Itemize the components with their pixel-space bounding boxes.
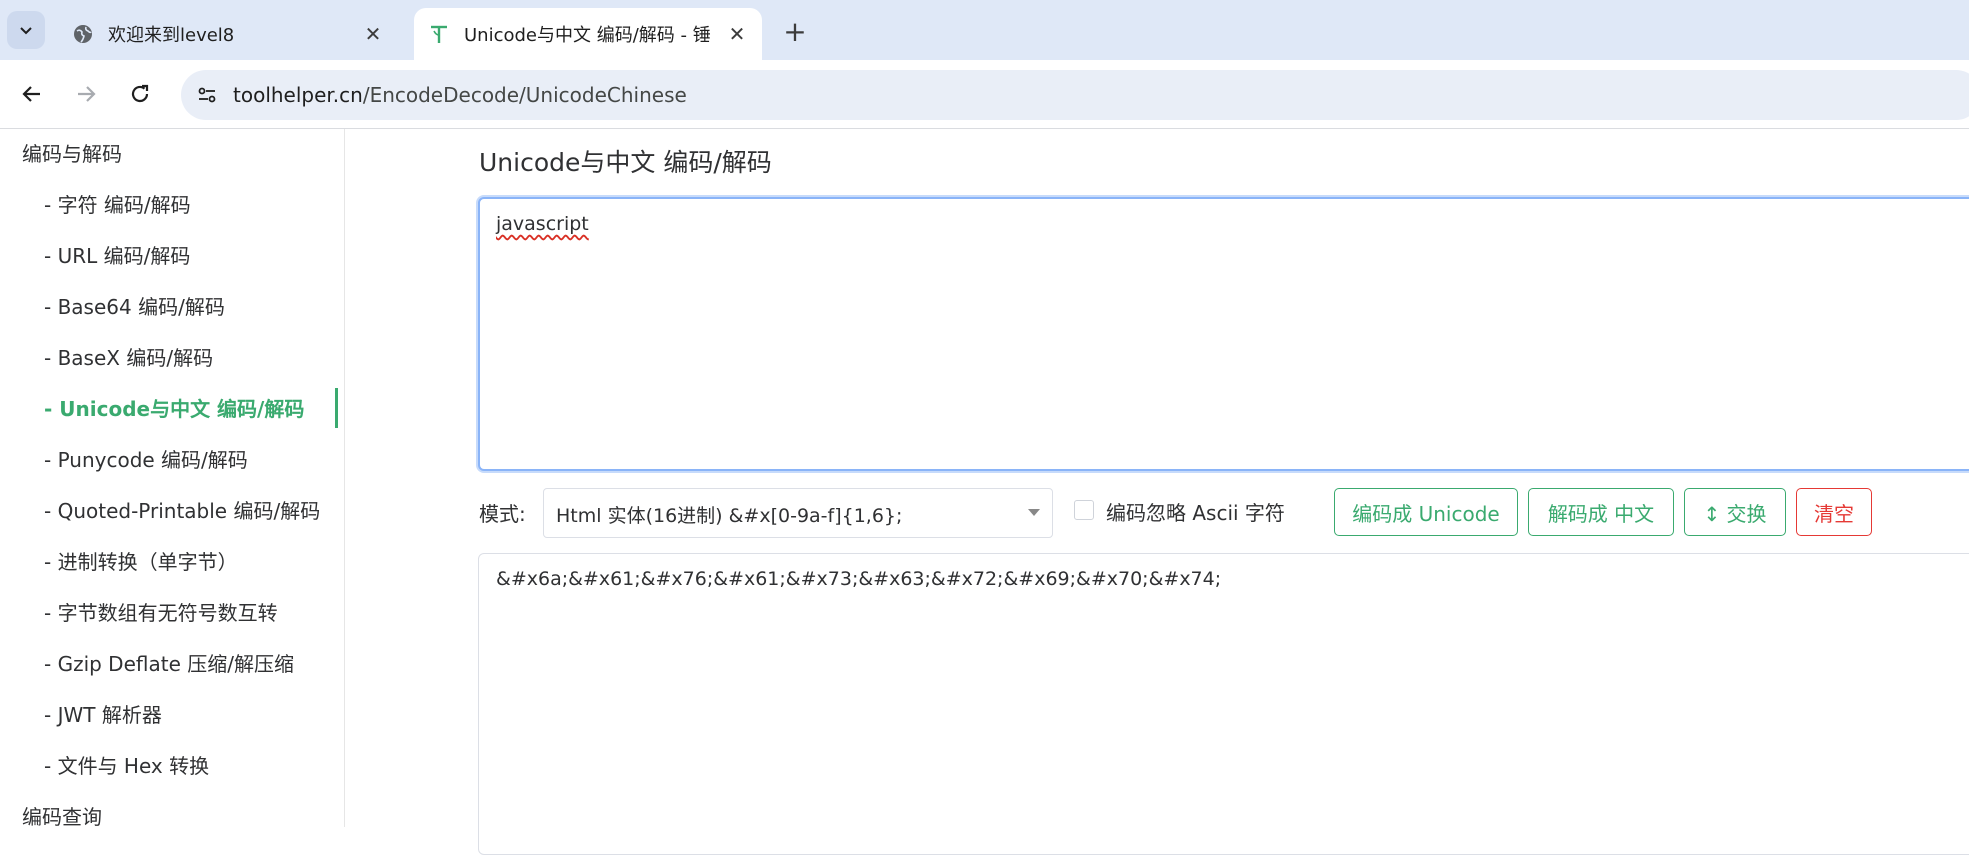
back-button[interactable] (14, 76, 50, 112)
ignore-ascii-checkbox[interactable] (1074, 500, 1094, 520)
input-text: javascript (496, 213, 589, 235)
chevron-down-icon (20, 27, 32, 35)
mode-label: 模式: (479, 502, 526, 526)
ignore-ascii-label[interactable]: 编码忽略 Ascii 字符 (1106, 497, 1285, 526)
sidebar-item-file-hex[interactable]: - 文件与 Hex 转换 (44, 750, 209, 779)
output-textarea[interactable]: &#x6a;&#x61;&#x76;&#x61;&#x73;&#x63;&#x7… (478, 553, 1969, 855)
new-tab-button[interactable]: + (778, 14, 812, 48)
tab-title: 欢迎来到level8 (108, 25, 235, 46)
close-icon[interactable]: ✕ (360, 21, 386, 47)
sidebar-item-url[interactable]: - URL 编码/解码 (44, 240, 190, 269)
sidebar-item-quoted-printable[interactable]: - Quoted-Printable 编码/解码 (44, 495, 320, 524)
site-info-icon[interactable] (189, 77, 225, 113)
tab-level8[interactable]: 欢迎来到level8 ✕ (58, 8, 398, 60)
url-path: /EncodeDecode/UnicodeChinese (362, 83, 687, 107)
caret-down-icon (1028, 509, 1040, 516)
sidebar-item-radix[interactable]: - 进制转换（单字节） (44, 546, 238, 575)
sidebar-active-indicator (335, 388, 338, 428)
globe-icon (72, 23, 94, 45)
arrow-right-icon (78, 86, 96, 102)
sidebar-group-query[interactable]: 编码查询 (22, 801, 102, 830)
page-title: Unicode与中文 编码/解码 (479, 148, 772, 177)
arrow-left-icon (22, 86, 40, 102)
sidebar-item-punycode[interactable]: - Punycode 编码/解码 (44, 444, 248, 473)
swap-button[interactable]: ↕ 交换 (1684, 488, 1786, 536)
sidebar-item-byte-array[interactable]: - 字节数组有无符号数互转 (44, 597, 278, 626)
forward-button[interactable] (68, 76, 104, 112)
sidebar-item-base64[interactable]: - Base64 编码/解码 (44, 291, 225, 320)
url-host: toolhelper.cn (233, 83, 363, 107)
url-text: toolhelper.cn/EncodeDecode/UnicodeChines… (233, 83, 687, 107)
mode-select[interactable]: Html 实体(16进制) &#x[0-9a-f]{1,6}; (543, 488, 1053, 538)
sidebar-item-jwt[interactable]: - JWT 解析器 (44, 699, 162, 728)
sidebar-group-encode[interactable]: 编码与解码 (22, 138, 122, 167)
reload-icon (131, 84, 149, 103)
sidebar-item-unicode[interactable]: - Unicode与中文 编码/解码 (44, 393, 304, 422)
sidebar-item-basex[interactable]: - BaseX 编码/解码 (44, 342, 213, 371)
output-text: &#x6a;&#x61;&#x76;&#x61;&#x73;&#x63;&#x7… (496, 568, 1222, 590)
sidebar-item-char[interactable]: - 字符 编码/解码 (44, 189, 191, 218)
toolhelper-logo-icon (428, 23, 450, 45)
tab-search-button[interactable] (7, 11, 45, 49)
close-icon[interactable]: ✕ (724, 21, 750, 47)
mode-select-value: Html 实体(16进制) &#x[0-9a-f]{1,6}; (556, 505, 903, 527)
clear-button[interactable]: 清空 (1796, 488, 1872, 536)
tab-title: Unicode与中文 编码/解码 - 锤 (464, 25, 711, 46)
tab-unicode[interactable]: Unicode与中文 编码/解码 - 锤 ✕ (414, 8, 762, 60)
encode-button[interactable]: 编码成 Unicode (1334, 488, 1518, 536)
reload-button[interactable] (122, 76, 158, 112)
plus-icon: + (783, 14, 807, 48)
decode-button[interactable]: 解码成 中文 (1528, 488, 1674, 536)
input-textarea[interactable]: javascript (478, 197, 1969, 471)
address-bar[interactable]: toolhelper.cn/EncodeDecode/UnicodeChines… (181, 70, 1969, 120)
sidebar-item-gzip[interactable]: - Gzip Deflate 压缩/解压缩 (44, 648, 294, 677)
